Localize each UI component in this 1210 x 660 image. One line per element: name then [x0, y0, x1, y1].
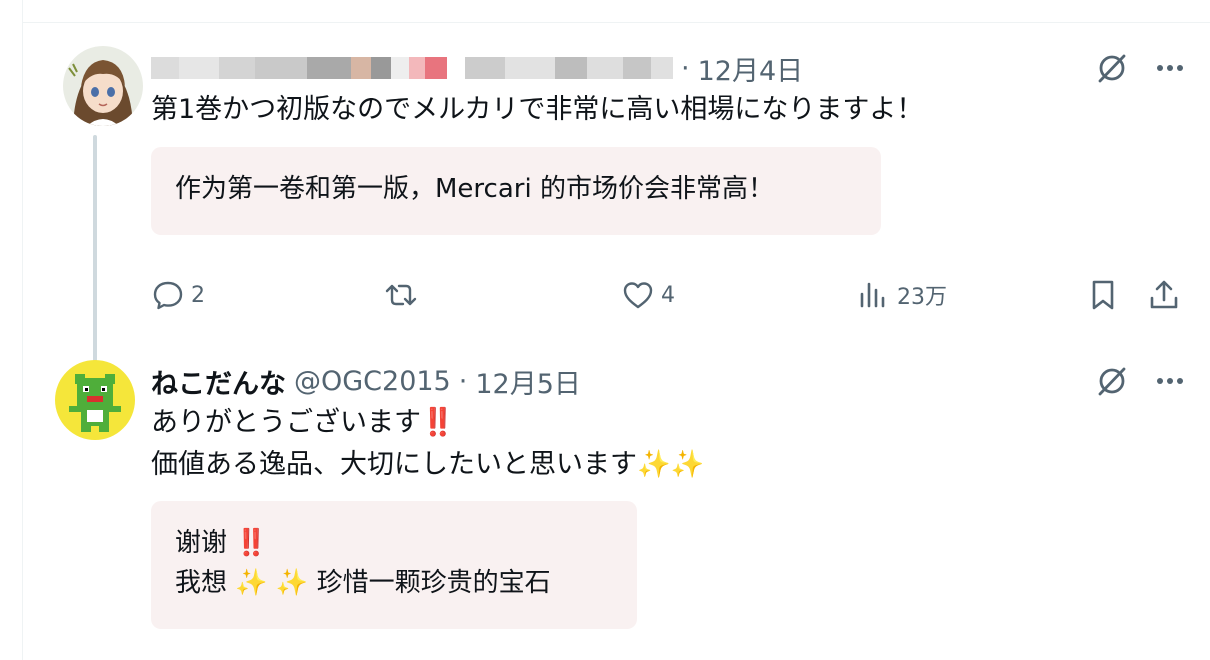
reply-count: 2: [191, 282, 205, 308]
translation-line-1: 谢谢: [175, 528, 228, 558]
translation-line-2-prefix: 我想: [175, 568, 228, 598]
anime-girl-avatar-image: [63, 46, 143, 126]
tweet-text-line-2: 価値ある逸品、大切にしたいと思います: [151, 449, 637, 480]
translation-box: 作为第一卷和第一版，Mercari 的市场价会非常高！: [151, 147, 881, 235]
tweet-header: ねこだんな @OGC2015 · 12月5日: [151, 362, 581, 401]
tweet-actions: 2 4 23万: [151, 273, 1188, 317]
more-icon[interactable]: [1152, 363, 1188, 399]
view-count: 23万: [897, 285, 947, 310]
share-icon: [1150, 280, 1178, 309]
bookmark-icon: [1092, 280, 1114, 310]
tweet-2[interactable]: ねこだんな @OGC2015 · 12月5日 ありがとうございます‼️ 価値ある…: [22, 353, 1210, 660]
views-icon: [860, 282, 885, 308]
translation-box: 谢谢 ‼️ 我想 ✨ ✨ 珍惜一颗珍贵的宝石: [151, 501, 637, 629]
display-name[interactable]: ねこだんな: [151, 362, 286, 401]
blurred-user-name[interactable]: [151, 55, 673, 81]
repost-icon: [385, 284, 417, 306]
like-button[interactable]: 4: [621, 273, 675, 317]
sparkles-emoji: ✨: [235, 568, 268, 598]
double-exclamation-emoji: ‼️: [235, 528, 268, 558]
reply-button[interactable]: 2: [151, 273, 205, 317]
like-icon: [623, 282, 653, 309]
views-button[interactable]: 23万: [857, 273, 947, 317]
bookmark-button[interactable]: [1088, 273, 1118, 317]
grok-icon[interactable]: [1094, 50, 1130, 86]
tweet-text-line-1: ありがとうございます: [151, 407, 421, 438]
tweet-header: · 12月4日: [151, 49, 804, 88]
tweet-header-icons: [1094, 363, 1188, 399]
separator-dot: ·: [458, 365, 468, 397]
double-exclamation-emoji: ‼️: [421, 407, 455, 438]
sparkles-emoji: ✨✨: [637, 449, 705, 480]
tweet-date[interactable]: 12月5日: [475, 362, 581, 401]
sparkles-emoji: ✨: [275, 568, 309, 598]
tweet-date[interactable]: 12月4日: [698, 49, 804, 88]
avatar[interactable]: [55, 360, 135, 440]
thread-line: [93, 135, 97, 373]
tweet-header-icons: [1094, 50, 1188, 86]
user-handle[interactable]: @OGC2015: [294, 366, 451, 397]
tweet-1[interactable]: · 12月4日 第1巻かつ初版なのでメルカリで非常に高い相場になりますよ！ 作为…: [22, 23, 1210, 373]
translation-text: 作为第一卷和第一版，Mercari 的市场价会非常高！: [175, 174, 774, 204]
tweet-text: 第1巻かつ初版なのでメルカリで非常に高い相場になりますよ！: [151, 94, 924, 125]
translation-line-2-suffix: 珍惜一颗珍贵的宝石: [316, 568, 551, 598]
grok-icon[interactable]: [1094, 363, 1130, 399]
more-icon[interactable]: [1152, 50, 1188, 86]
like-count: 4: [661, 282, 675, 308]
green-cat-avatar-image: [55, 360, 135, 440]
separator-dot: ·: [681, 52, 690, 84]
tweet-text: ありがとうございます‼️ 価値ある逸品、大切にしたいと思います✨✨: [151, 402, 1150, 486]
share-button[interactable]: [1147, 273, 1181, 317]
repost-button[interactable]: [383, 273, 419, 317]
avatar[interactable]: [63, 46, 143, 126]
reply-icon: [153, 281, 183, 310]
